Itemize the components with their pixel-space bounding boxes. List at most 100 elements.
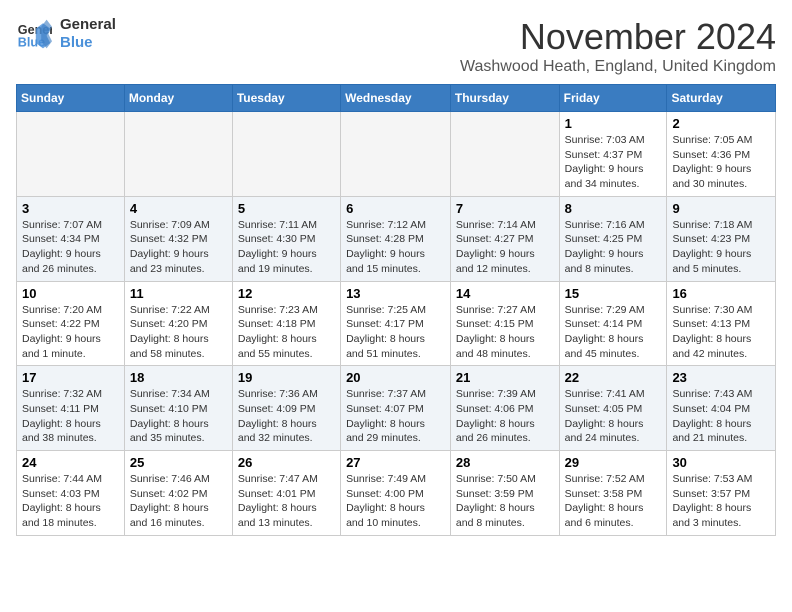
day-info: Sunrise: 7:09 AMSunset: 4:32 PMDaylight:… [130,218,227,277]
day-number: 4 [130,201,227,216]
calendar-week-row: 1 Sunrise: 7:03 AMSunset: 4:37 PMDaylight… [17,112,776,197]
day-number: 19 [238,370,335,385]
calendar-week-row: 10Sunrise: 7:20 AMSunset: 4:22 PMDayligh… [17,281,776,366]
calendar-cell: 21 Sunrise: 7:39 AMSunset: 4:06 PMDayligh… [450,366,559,451]
calendar-cell: 18 Sunrise: 7:34 AMSunset: 4:10 PMDayligh… [124,366,232,451]
calendar-cell [341,112,451,197]
day-info: Sunrise: 7:30 AMSunset: 4:13 PMDaylight:… [672,303,770,362]
calendar-cell: 20 Sunrise: 7:37 AMSunset: 4:07 PMDayligh… [341,366,451,451]
day-number: 8 [565,201,662,216]
header-wednesday: Wednesday [341,85,451,112]
day-number: 21 [456,370,554,385]
day-info: Sunrise: 7:16 AMSunset: 4:25 PMDaylight:… [565,218,662,277]
day-info: Sunrise: 7:07 AMSunset: 4:34 PMDaylight:… [22,218,119,277]
day-info: Sunrise: 7:14 AMSunset: 4:27 PMDaylight:… [456,218,554,277]
day-number: 24 [22,455,119,470]
day-number: 23 [672,370,770,385]
calendar-cell: 23 Sunrise: 7:43 AMSunset: 4:04 PMDayligh… [667,366,776,451]
day-number: 18 [130,370,227,385]
calendar-cell: 1 Sunrise: 7:03 AMSunset: 4:37 PMDaylight… [559,112,667,197]
calendar-cell [232,112,340,197]
day-number: 16 [672,286,770,301]
day-number: 3 [22,201,119,216]
day-info: Sunrise: 7:46 AMSunset: 4:02 PMDaylight:… [130,472,227,531]
day-number: 11 [130,286,227,301]
day-info: Sunrise: 7:32 AMSunset: 4:11 PMDaylight:… [22,387,119,446]
calendar-cell [124,112,232,197]
day-number: 1 [565,116,662,131]
calendar-week-row: 17 Sunrise: 7:32 AMSunset: 4:11 PMDayligh… [17,366,776,451]
calendar-cell: 14Sunrise: 7:27 AMSunset: 4:15 PMDayligh… [450,281,559,366]
day-info: Sunrise: 7:12 AMSunset: 4:28 PMDaylight:… [346,218,445,277]
day-info: Sunrise: 7:44 AMSunset: 4:03 PMDaylight:… [22,472,119,531]
calendar-table: SundayMondayTuesdayWednesdayThursdayFrid… [16,84,776,536]
day-number: 20 [346,370,445,385]
day-info: Sunrise: 7:18 AMSunset: 4:23 PMDaylight:… [672,218,770,277]
calendar-cell: 17 Sunrise: 7:32 AMSunset: 4:11 PMDayligh… [17,366,125,451]
calendar-cell: 28 Sunrise: 7:50 AMSunset: 3:59 PMDayligh… [450,451,559,536]
calendar-cell: 2 Sunrise: 7:05 AMSunset: 4:36 PMDaylight… [667,112,776,197]
header-sunday: Sunday [17,85,125,112]
day-info: Sunrise: 7:47 AMSunset: 4:01 PMDaylight:… [238,472,335,531]
day-info: Sunrise: 7:05 AMSunset: 4:36 PMDaylight:… [672,133,770,192]
calendar-week-row: 24 Sunrise: 7:44 AMSunset: 4:03 PMDayligh… [17,451,776,536]
calendar-cell: 30 Sunrise: 7:53 AMSunset: 3:57 PMDayligh… [667,451,776,536]
day-number: 10 [22,286,119,301]
day-info: Sunrise: 7:52 AMSunset: 3:58 PMDaylight:… [565,472,662,531]
day-number: 28 [456,455,554,470]
calendar-cell: 13Sunrise: 7:25 AMSunset: 4:17 PMDayligh… [341,281,451,366]
header-saturday: Saturday [667,85,776,112]
logo-icon: General Blue [16,16,52,52]
calendar-cell: 19 Sunrise: 7:36 AMSunset: 4:09 PMDayligh… [232,366,340,451]
calendar-cell: 8 Sunrise: 7:16 AMSunset: 4:25 PMDaylight… [559,196,667,281]
calendar-cell: 25Sunrise: 7:46 AMSunset: 4:02 PMDayligh… [124,451,232,536]
calendar-cell: 15Sunrise: 7:29 AMSunset: 4:14 PMDayligh… [559,281,667,366]
calendar-cell [450,112,559,197]
day-info: Sunrise: 7:34 AMSunset: 4:10 PMDaylight:… [130,387,227,446]
calendar-cell: 11Sunrise: 7:22 AMSunset: 4:20 PMDayligh… [124,281,232,366]
location-title: Washwood Heath, England, United Kingdom [460,58,776,76]
day-info: Sunrise: 7:41 AMSunset: 4:05 PMDaylight:… [565,387,662,446]
calendar-cell: 10Sunrise: 7:20 AMSunset: 4:22 PMDayligh… [17,281,125,366]
day-number: 9 [672,201,770,216]
calendar-header-row: SundayMondayTuesdayWednesdayThursdayFrid… [17,85,776,112]
calendar-cell: 12 Sunrise: 7:23 AMSunset: 4:18 PMDayligh… [232,281,340,366]
day-info: Sunrise: 7:39 AMSunset: 4:06 PMDaylight:… [456,387,554,446]
logo: General Blue General Blue [16,16,116,52]
day-number: 2 [672,116,770,131]
day-info: Sunrise: 7:49 AMSunset: 4:00 PMDaylight:… [346,472,445,531]
day-number: 12 [238,286,335,301]
calendar-cell: 4 Sunrise: 7:09 AMSunset: 4:32 PMDaylight… [124,196,232,281]
calendar-cell [17,112,125,197]
calendar-cell: 9 Sunrise: 7:18 AMSunset: 4:23 PMDaylight… [667,196,776,281]
calendar-cell: 22 Sunrise: 7:41 AMSunset: 4:05 PMDayligh… [559,366,667,451]
calendar-cell: 27 Sunrise: 7:49 AMSunset: 4:00 PMDayligh… [341,451,451,536]
calendar-cell: 6 Sunrise: 7:12 AMSunset: 4:28 PMDaylight… [341,196,451,281]
day-info: Sunrise: 7:43 AMSunset: 4:04 PMDaylight:… [672,387,770,446]
calendar-cell: 5Sunrise: 7:11 AMSunset: 4:30 PMDaylight… [232,196,340,281]
day-info: Sunrise: 7:36 AMSunset: 4:09 PMDaylight:… [238,387,335,446]
day-info: Sunrise: 7:23 AMSunset: 4:18 PMDaylight:… [238,303,335,362]
day-number: 27 [346,455,445,470]
day-number: 22 [565,370,662,385]
calendar-cell: 3 Sunrise: 7:07 AMSunset: 4:34 PMDaylight… [17,196,125,281]
header-friday: Friday [559,85,667,112]
day-number: 29 [565,455,662,470]
calendar-week-row: 3 Sunrise: 7:07 AMSunset: 4:34 PMDaylight… [17,196,776,281]
day-info: Sunrise: 7:37 AMSunset: 4:07 PMDaylight:… [346,387,445,446]
day-info: Sunrise: 7:03 AMSunset: 4:37 PMDaylight:… [565,133,662,192]
day-number: 6 [346,201,445,216]
day-info: Sunrise: 7:25 AMSunset: 4:17 PMDaylight:… [346,303,445,362]
header-tuesday: Tuesday [232,85,340,112]
day-number: 17 [22,370,119,385]
page-header: General Blue General Blue November 2024 … [16,16,776,76]
day-number: 30 [672,455,770,470]
title-area: November 2024 Washwood Heath, England, U… [460,16,776,76]
day-number: 26 [238,455,335,470]
logo-line1: General [60,16,116,34]
calendar-cell: 29 Sunrise: 7:52 AMSunset: 3:58 PMDayligh… [559,451,667,536]
day-info: Sunrise: 7:50 AMSunset: 3:59 PMDaylight:… [456,472,554,531]
day-info: Sunrise: 7:53 AMSunset: 3:57 PMDaylight:… [672,472,770,531]
day-number: 7 [456,201,554,216]
day-info: Sunrise: 7:11 AMSunset: 4:30 PMDaylight:… [238,218,335,277]
